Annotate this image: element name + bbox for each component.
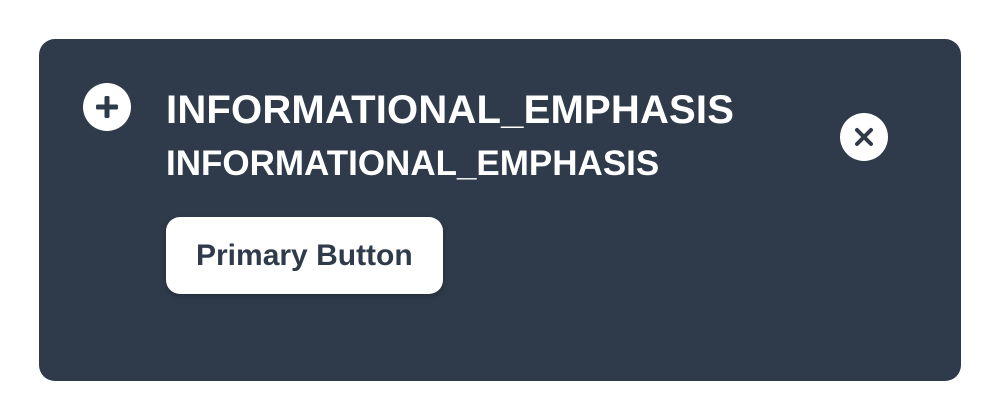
banner-title: INFORMATIONAL_EMPHASIS — [166, 88, 735, 132]
banner-content: INFORMATIONAL_EMPHASIS INFORMATIONAL_EMP… — [166, 83, 766, 294]
banner-message: INFORMATIONAL_EMPHASIS — [166, 144, 660, 183]
close-button[interactable] — [840, 113, 888, 161]
close-icon — [853, 126, 875, 148]
primary-button[interactable]: Primary Button — [166, 217, 443, 294]
plus-circle-icon — [83, 83, 131, 131]
informational-emphasis-banner: INFORMATIONAL_EMPHASIS INFORMATIONAL_EMP… — [39, 39, 961, 381]
